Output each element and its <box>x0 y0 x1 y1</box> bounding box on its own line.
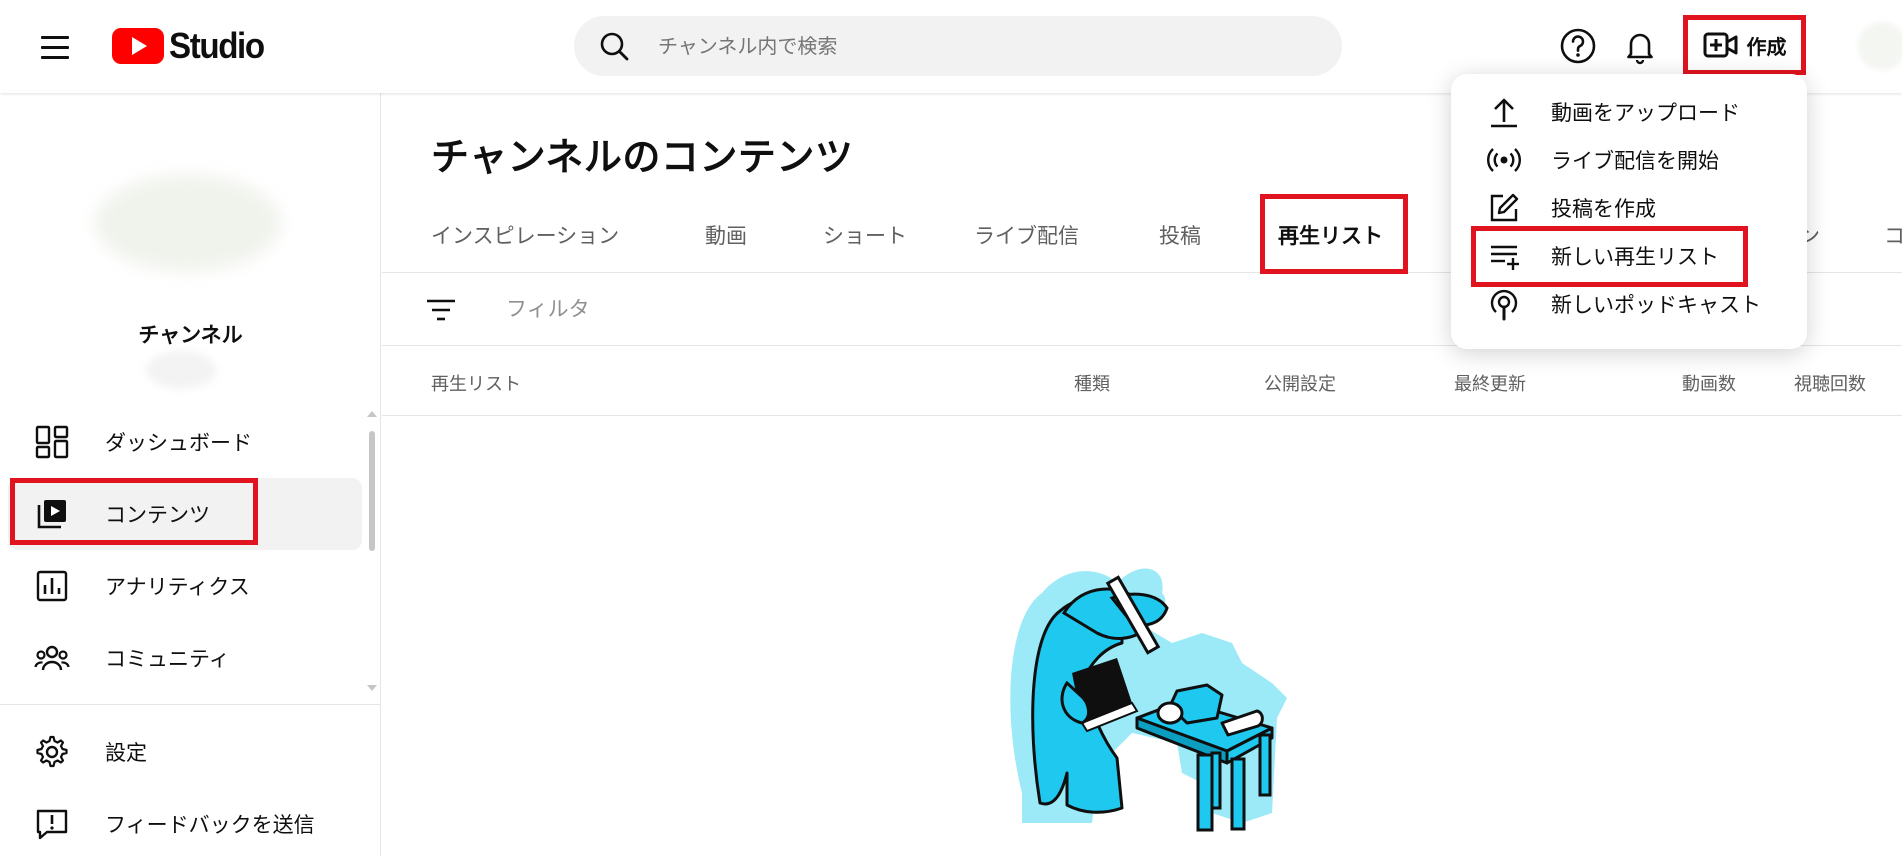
menu-item-label: 新しいポッドキャスト <box>1551 293 1761 317</box>
sidebar-item-feedback[interactable]: フィードバックを送信 <box>8 788 362 860</box>
sidebar-item-label: コミュニティ <box>105 647 230 671</box>
tab-inspiration[interactable]: インスピレーション <box>431 183 619 273</box>
column-header-video-count[interactable]: 動画数 <box>1682 370 1736 396</box>
sidebar-divider <box>0 704 381 705</box>
filter-icon[interactable] <box>424 295 458 325</box>
scroll-down-icon[interactable] <box>367 685 377 691</box>
menu-item-go-live[interactable]: ライブ配信を開始 <box>1451 136 1807 184</box>
search-bar[interactable] <box>574 16 1342 76</box>
help-icon[interactable] <box>1558 26 1598 66</box>
notifications-bell-icon[interactable] <box>1620 26 1660 66</box>
channel-handle <box>146 351 216 389</box>
menu-item-label: ライブ配信を開始 <box>1551 149 1719 173</box>
sidebar-item-dashboard[interactable]: ダッシュボード <box>8 406 362 478</box>
sidebar: チャンネル ダッシュボード コンテンツ アナリティクス コミュニティ 設定 フィ… <box>0 93 381 856</box>
sidebar-item-label: 設定 <box>105 741 147 765</box>
youtube-logo-icon <box>112 28 164 64</box>
column-header-playlist[interactable]: 再生リスト <box>431 370 521 396</box>
logo-text: Studio <box>169 25 265 66</box>
sidebar-item-settings[interactable]: 設定 <box>8 716 362 788</box>
column-header-last-updated[interactable]: 最終更新 <box>1454 370 1526 396</box>
search-input[interactable] <box>658 28 1298 64</box>
dashboard-icon <box>35 425 69 459</box>
page-title: チャンネルのコンテンツ <box>431 135 854 179</box>
sidebar-item-content[interactable]: コンテンツ <box>8 478 362 550</box>
menu-button[interactable] <box>34 26 76 68</box>
menu-icon <box>41 36 69 39</box>
sidebar-item-analytics[interactable]: アナリティクス <box>8 550 362 622</box>
menu-item-new-playlist[interactable]: 新しい再生リスト <box>1451 232 1807 280</box>
feedback-icon <box>36 809 68 840</box>
sidebar-item-label: ダッシュボード <box>105 431 252 455</box>
menu-item-label: 新しい再生リスト <box>1551 245 1719 269</box>
upload-icon <box>1491 98 1517 128</box>
menu-item-new-podcast[interactable]: 新しいポッドキャスト <box>1451 280 1807 328</box>
column-header-visibility[interactable]: 公開設定 <box>1264 370 1336 396</box>
tab-posts[interactable]: 投稿 <box>1159 183 1201 273</box>
create-menu: 動画をアップロード ライブ配信を開始 投稿を作成 新しい再生リスト 新しいポッド… <box>1451 74 1807 349</box>
filter-input[interactable] <box>506 291 1106 327</box>
table-header: 再生リスト 種類 公開設定 最終更新 動画数 視聴回数 <box>382 346 1902 416</box>
live-icon <box>1487 148 1521 172</box>
scroll-thumb[interactable] <box>369 431 375 551</box>
menu-item-label: 動画をアップロード <box>1551 101 1740 125</box>
channel-avatar[interactable] <box>95 175 281 271</box>
create-button[interactable]: 作成 <box>1683 15 1806 75</box>
tab-videos[interactable]: 動画 <box>705 183 747 273</box>
menu-item-upload-video[interactable]: 動画をアップロード <box>1451 88 1807 136</box>
content-icon <box>37 500 66 529</box>
sidebar-item-label: フィードバックを送信 <box>105 813 315 837</box>
tab-shorts[interactable]: ショート <box>823 183 907 273</box>
tab-live[interactable]: ライブ配信 <box>974 183 1079 273</box>
sidebar-item-community[interactable]: コミュニティ <box>8 622 362 694</box>
account-avatar[interactable] <box>1858 22 1902 70</box>
column-header-type[interactable]: 種類 <box>1074 370 1110 396</box>
tab-more[interactable]: コ <box>1884 183 1902 273</box>
studio-logo[interactable]: Studio <box>112 24 272 68</box>
playlist-add-icon <box>1491 245 1519 270</box>
create-button-label: 作成 <box>1746 34 1787 59</box>
edit-icon <box>1490 193 1519 222</box>
sidebar-scrollbar[interactable] <box>366 411 378 691</box>
menu-item-create-post[interactable]: 投稿を作成 <box>1451 184 1807 232</box>
menu-item-label: 投稿を作成 <box>1551 197 1656 221</box>
podcast-icon <box>1490 289 1518 321</box>
tab-playlists[interactable]: 再生リスト <box>1278 183 1383 273</box>
sidebar-item-label: アナリティクス <box>105 575 250 599</box>
empty-state-illustration <box>1010 568 1287 832</box>
column-header-views[interactable]: 視聴回数 <box>1794 370 1866 396</box>
analytics-icon <box>36 570 68 602</box>
channel-name: チャンネル <box>138 323 243 347</box>
sidebar-item-label: コンテンツ <box>105 503 210 527</box>
community-icon <box>34 645 70 671</box>
settings-icon <box>36 735 68 768</box>
create-video-icon <box>1703 32 1737 58</box>
scroll-up-icon[interactable] <box>367 411 377 417</box>
search-icon[interactable] <box>598 30 630 62</box>
